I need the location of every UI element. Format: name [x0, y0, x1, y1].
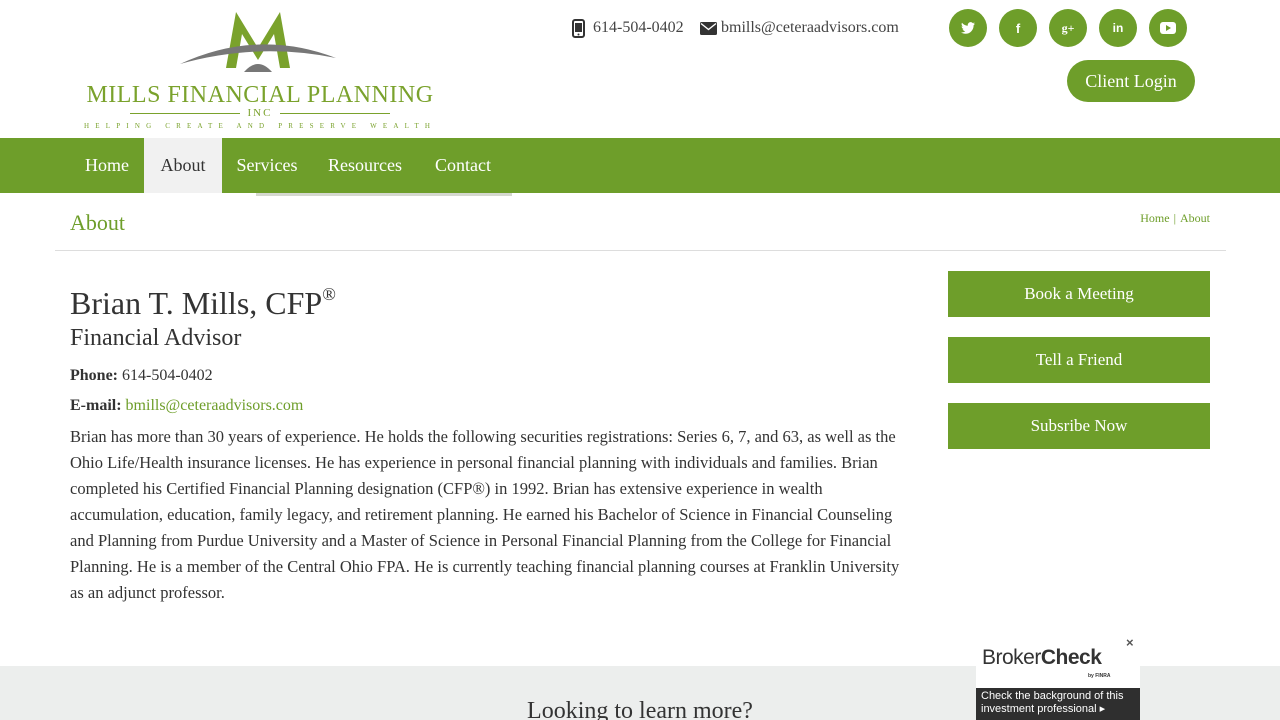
breadcrumb: Home | About: [1140, 211, 1210, 226]
header-phone-text: 614-504-0402: [593, 19, 684, 36]
youtube-icon[interactable]: [1149, 9, 1187, 47]
breadcrumb-home-link[interactable]: Home: [1140, 211, 1169, 226]
mobile-phone-icon: [572, 18, 585, 38]
breadcrumb-separator: |: [1173, 211, 1176, 225]
nav-item-contact[interactable]: Contact: [418, 138, 508, 193]
mills-logo[interactable]: MILLS FINANCIAL PLANNING INC HELPING CRE…: [84, 8, 436, 132]
advisor-name: Brian T. Mills, CFP®: [70, 284, 336, 322]
nav-item-services[interactable]: Services: [222, 138, 312, 193]
logo-inc: INC: [84, 107, 436, 119]
title-divider: [55, 250, 1226, 251]
email-label: E-mail:: [70, 397, 122, 414]
advisor-role: Financial Advisor: [70, 325, 242, 351]
nav-item-about[interactable]: About: [144, 138, 222, 193]
email-link[interactable]: bmills@ceteraadvisors.com: [126, 397, 304, 414]
close-icon[interactable]: ×: [1126, 635, 1134, 650]
advisor-bio: Brian has more than 30 years of experien…: [70, 427, 900, 602]
main-nav: Home About Services Resources Contact: [0, 138, 1280, 193]
brokercheck-widget[interactable]: BrokerCheck by FINRA × Check the backgro…: [976, 635, 1140, 720]
google-plus-glyph: g+: [1061, 20, 1075, 35]
nav-dropdown-shadow: [256, 193, 512, 196]
linkedin-glyph: in: [1112, 21, 1124, 35]
logo-name: MILLS FINANCIAL PLANNING: [86, 82, 434, 108]
twitter-icon[interactable]: [949, 9, 987, 47]
logo-m-emblem: [180, 12, 336, 72]
linkedin-icon[interactable]: in: [1099, 9, 1137, 47]
brokercheck-logo-broker: Broker: [982, 646, 1041, 669]
nav-item-home[interactable]: Home: [70, 138, 144, 193]
brokercheck-logo-area: BrokerCheck by FINRA: [976, 636, 1140, 688]
email-row: E-mail: bmills@ceteraadvisors.com: [70, 397, 303, 415]
brokercheck-logo: BrokerCheck: [982, 646, 1102, 670]
header-email[interactable]: bmills@ceteraadvisors.com: [700, 17, 899, 39]
caret-right-icon: ▸: [1099, 703, 1106, 715]
phone-label: Phone:: [70, 367, 118, 384]
twitter-bird-glyph: [961, 22, 975, 34]
phone-row: Phone: 614-504-0402: [70, 367, 213, 385]
nav-item-resources[interactable]: Resources: [312, 138, 418, 193]
advisor-name-text: Brian T. Mills, CFP: [70, 285, 323, 321]
site-header: MILLS FINANCIAL PLANNING INC HELPING CRE…: [0, 0, 1280, 138]
breadcrumb-current: About: [1180, 211, 1210, 225]
facebook-glyph: f: [1015, 20, 1021, 36]
brokercheck-text: Check the background of this investment …: [976, 688, 1140, 720]
facebook-icon[interactable]: f: [999, 9, 1037, 47]
google-plus-icon[interactable]: g+: [1049, 9, 1087, 47]
page-title: About: [70, 210, 125, 235]
phone-value: 614-504-0402: [122, 367, 213, 384]
subscribe-button[interactable]: Subsribe Now: [948, 403, 1210, 449]
header-phone[interactable]: 614-504-0402: [572, 17, 684, 39]
registered-mark: ®: [322, 284, 336, 305]
client-login-button[interactable]: Client Login: [1067, 60, 1195, 102]
youtube-play-glyph: [1160, 22, 1176, 34]
header-email-text: bmills@ceteraadvisors.com: [721, 19, 899, 36]
brokercheck-finra: by FINRA: [1088, 673, 1111, 679]
tell-friend-button[interactable]: Tell a Friend: [948, 337, 1210, 383]
envelope-icon: [700, 21, 717, 35]
brokercheck-logo-check: Check: [1040, 646, 1102, 669]
book-meeting-button[interactable]: Book a Meeting: [948, 271, 1210, 317]
logo-tagline: HELPING CREATE AND PRESERVE WEALTH: [84, 122, 437, 130]
